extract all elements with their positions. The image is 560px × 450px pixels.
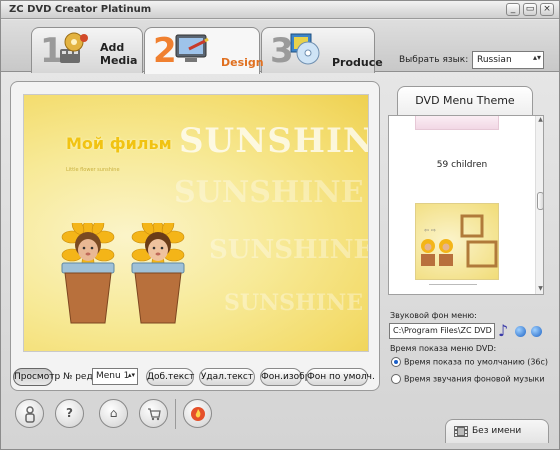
theme-scrollbar[interactable]: ▲ ▼ xyxy=(535,116,543,294)
spinner-arrows-icon: ▴▾ xyxy=(532,53,541,62)
menu-number-label: № ред. xyxy=(63,372,96,382)
close-button[interactable]: × xyxy=(540,3,554,16)
tab-label: Design xyxy=(221,56,264,69)
delete-text-button[interactable]: Удал.текст xyxy=(199,368,255,386)
film-icon xyxy=(454,426,468,437)
cart-icon[interactable] xyxy=(139,399,168,428)
background-sound-label: Звуковой фон меню: xyxy=(390,311,477,320)
tab-label: Produce xyxy=(332,56,383,69)
stop-icon[interactable] xyxy=(531,326,542,337)
radio-music-duration[interactable]: Время звучания фоновой музыки xyxy=(391,374,545,384)
radio-label: Время показа по умолчанию (36с) xyxy=(404,357,549,367)
theme-thumbnail[interactable] xyxy=(415,116,499,130)
scroll-down-icon[interactable]: ▼ xyxy=(536,285,543,294)
theme-panel-header: DVD Menu Theme xyxy=(397,86,533,116)
project-name: Без имени xyxy=(472,426,522,436)
radio-default-time[interactable]: Время показа по умолчанию (36с) xyxy=(391,357,548,367)
settings-icon[interactable] xyxy=(15,399,44,428)
menu-preview-panel: SUNSHINE SUNSHINE SUNSHINE SUNSHINE Мой … xyxy=(10,81,380,391)
theme-item-label[interactable] xyxy=(429,284,477,292)
monitor-brush-icon xyxy=(175,31,209,65)
theme-thumbnail-selected[interactable]: ⇦ ⇨ xyxy=(415,203,499,280)
menu-caption: Little flower sunshine xyxy=(66,167,120,173)
toolbar-divider xyxy=(175,399,176,429)
music-note-icon[interactable]: ♪ xyxy=(498,321,508,340)
burn-icon[interactable] xyxy=(183,399,212,428)
play-icon[interactable] xyxy=(515,326,526,337)
tab-add-media[interactable]: 1 Add Media xyxy=(31,27,143,73)
radio-label: Время звучания фоновой музыки xyxy=(404,374,545,384)
language-label: Выбрать язык: xyxy=(399,55,469,65)
preview-button[interactable]: Просмотр xyxy=(13,368,60,386)
home-icon[interactable]: ⌂ xyxy=(99,399,128,428)
watermark-word: SUNSHINE xyxy=(209,235,369,265)
theme-item-label[interactable]: 59 children xyxy=(389,160,535,170)
theme-list[interactable]: 59 children ⇦ ⇨ ▲ ▼ xyxy=(388,115,544,295)
background-image-button[interactable]: Фон.изобр xyxy=(260,368,310,386)
window-title: ZC DVD Creator Platinum xyxy=(9,4,152,15)
watermark-word: SUNSHINE xyxy=(174,175,364,210)
watermark-word: SUNSHINE xyxy=(224,290,364,316)
menu-select-value: Menu 1 xyxy=(96,371,130,381)
tab-label-line1: Add xyxy=(100,41,125,54)
scroll-up-icon[interactable]: ▲ xyxy=(536,116,543,125)
spinner-arrows-icon: ▴▾ xyxy=(127,371,135,379)
radio-button[interactable] xyxy=(391,357,401,367)
menu-time-label: Время показа меню DVD: xyxy=(390,344,497,353)
radio-button[interactable] xyxy=(391,374,401,384)
flower-pots-image xyxy=(61,223,185,324)
dvd-disc-icon xyxy=(288,31,320,65)
scroll-thumb[interactable] xyxy=(537,192,543,210)
tab-number: 2 xyxy=(153,31,177,71)
language-value: Russian xyxy=(477,55,512,65)
title-bar[interactable]: ZC DVD Creator Platinum _ ▭ × xyxy=(1,1,559,19)
svg-text:⇦ ⇨: ⇦ ⇨ xyxy=(424,227,436,234)
minimize-button[interactable]: _ xyxy=(506,3,520,16)
language-select[interactable]: Russian ▴▾ xyxy=(472,51,544,69)
maximize-button[interactable]: ▭ xyxy=(523,3,537,16)
tab-produce[interactable]: 3 Produce xyxy=(261,27,383,73)
film-reel-icon xyxy=(58,31,90,65)
tab-label-line2: Media xyxy=(100,54,138,67)
menu-select[interactable]: Menu 1 ▴▾ xyxy=(92,368,138,385)
background-sound-path[interactable]: C:\Program Files\ZC DVD Cre... xyxy=(389,323,495,339)
step-tabs: 1 Add Media 2 Design 3 Produce Выбрать я… xyxy=(1,20,559,74)
background-word: SUNSHINE xyxy=(179,121,368,161)
default-background-button[interactable]: Фон по умолч. xyxy=(306,368,375,386)
menu-canvas[interactable]: SUNSHINE SUNSHINE SUNSHINE SUNSHINE Мой … xyxy=(23,94,369,352)
add-text-button[interactable]: Доб.текст xyxy=(146,368,194,386)
tab-design[interactable]: 2 Design xyxy=(144,27,264,74)
help-icon[interactable]: ? xyxy=(55,399,84,428)
project-name-tab[interactable]: Без имени xyxy=(445,419,549,443)
menu-title-text[interactable]: Мой фильм xyxy=(66,134,172,153)
app-window: ZC DVD Creator Platinum _ ▭ × 1 Add Medi… xyxy=(0,0,560,450)
